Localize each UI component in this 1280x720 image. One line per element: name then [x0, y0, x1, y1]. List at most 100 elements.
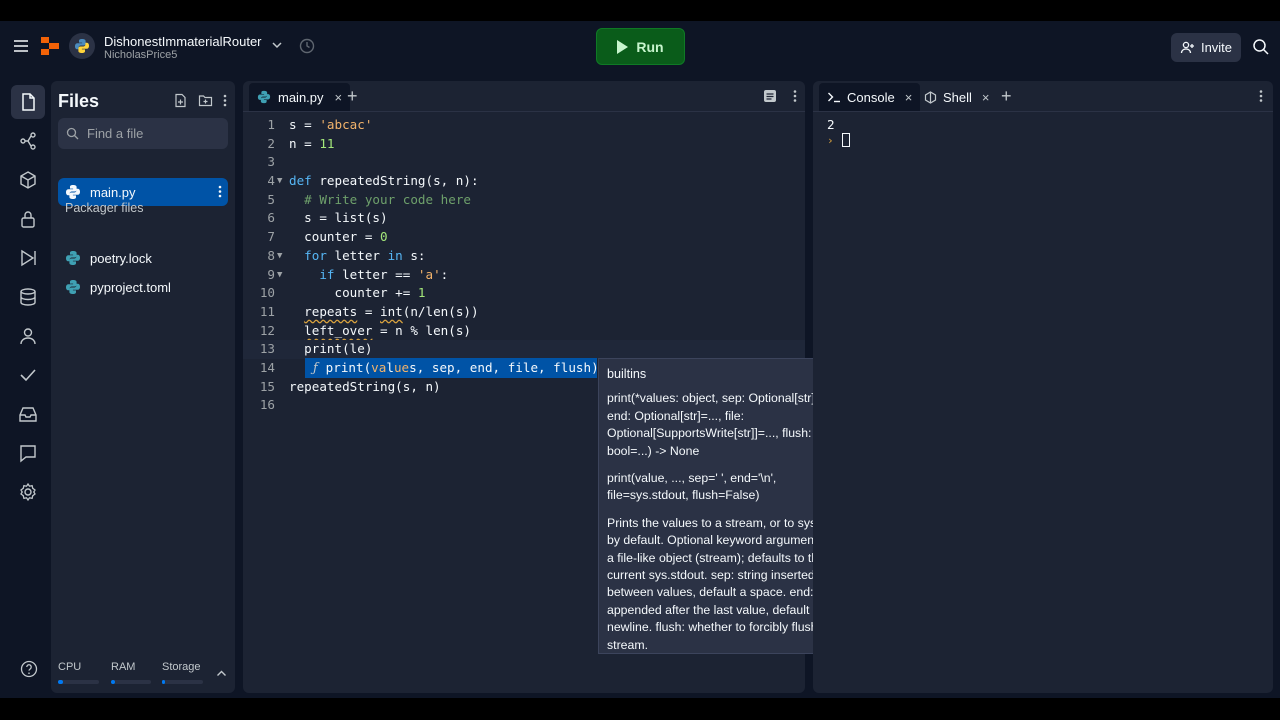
- prompt-icon: ›: [827, 133, 834, 147]
- left-rail: [0, 73, 50, 698]
- inbox-icon[interactable]: [11, 397, 45, 431]
- search-icon[interactable]: [1252, 38, 1270, 56]
- line-number: 7: [267, 229, 275, 245]
- fold-arrow-icon[interactable]: ▼: [277, 247, 282, 266]
- code-line[interactable]: 2n = 11: [243, 135, 805, 154]
- files-actions: [173, 93, 227, 108]
- replit-window: DishonestImmaterialRouter NicholasPrice5…: [0, 21, 1280, 698]
- ram-bar-fill: [111, 680, 115, 684]
- chevron-up-icon[interactable]: [216, 669, 227, 677]
- invite-button[interactable]: Invite: [1171, 33, 1241, 62]
- file-name: main.py: [90, 184, 136, 200]
- code-line[interactable]: 5 # Write your code here: [243, 191, 805, 210]
- invite-label: Invite: [1200, 40, 1233, 55]
- autocomplete-suggestion[interactable]: ƒ print(values, sep, end, file, flush): [305, 358, 599, 378]
- add-tab-icon[interactable]: +: [1001, 87, 1012, 105]
- packages-icon[interactable]: [11, 163, 45, 197]
- line-number: 10: [259, 285, 275, 301]
- terminal-prompt-icon: [827, 91, 841, 103]
- repl-name[interactable]: DishonestImmaterialRouter: [104, 34, 262, 49]
- code-line[interactable]: 11 repeats = int(n/len(s)): [243, 303, 805, 322]
- run-label: Run: [636, 38, 664, 55]
- tab-label: main.py: [278, 89, 324, 105]
- more-vertical-icon[interactable]: [218, 184, 222, 199]
- line-number: 16: [259, 397, 275, 413]
- format-icon[interactable]: [763, 89, 777, 103]
- git-icon[interactable]: [11, 124, 45, 158]
- close-tab-icon[interactable]: ×: [982, 90, 990, 105]
- files-icon[interactable]: [11, 85, 45, 119]
- console-tab-bar: Console × Shell × +: [813, 81, 1273, 112]
- editor-actions: [763, 89, 797, 103]
- code-line[interactable]: 1s = 'abcac': [243, 116, 805, 135]
- line-number: 6: [267, 210, 275, 226]
- code-line[interactable]: 10 counter += 1: [243, 284, 805, 303]
- chat-icon[interactable]: [11, 436, 45, 470]
- storage-label: Storage: [162, 661, 201, 673]
- code-line[interactable]: 7 counter = 0: [243, 228, 805, 247]
- secrets-icon[interactable]: [11, 202, 45, 236]
- close-tab-icon[interactable]: ×: [335, 90, 343, 105]
- code-line[interactable]: 6 s = list(s): [243, 209, 805, 228]
- files-title: Files: [58, 91, 100, 111]
- file-item-poetry-lock[interactable]: poetry.lock: [58, 244, 228, 272]
- more-vertical-icon[interactable]: [223, 93, 227, 108]
- code-line-current[interactable]: 13 print(le): [243, 340, 805, 359]
- editor-tab-bar: main.py × +: [243, 81, 805, 112]
- line-number: 8: [267, 247, 275, 263]
- ram-label: RAM: [111, 661, 136, 673]
- history-icon[interactable]: [298, 37, 316, 55]
- suggestion-match: va: [371, 360, 387, 375]
- database-icon[interactable]: [11, 280, 45, 314]
- code-line[interactable]: 4 ▼ def repeatedString(s, n):: [243, 172, 805, 191]
- settings-icon[interactable]: [11, 475, 45, 509]
- tab-shell[interactable]: Shell ×: [916, 83, 998, 111]
- run-button[interactable]: Run: [596, 28, 685, 65]
- code-line[interactable]: 3: [243, 153, 805, 172]
- new-file-icon[interactable]: [173, 93, 188, 108]
- close-tab-icon[interactable]: ×: [905, 90, 913, 105]
- more-vertical-icon[interactable]: [793, 89, 797, 103]
- file-name: poetry.lock: [90, 250, 152, 266]
- add-tab-icon[interactable]: +: [347, 87, 358, 105]
- line-number: 5: [267, 191, 275, 207]
- new-folder-icon[interactable]: [198, 93, 213, 108]
- fold-arrow-icon[interactable]: ▼: [277, 172, 282, 191]
- code-line[interactable]: 12 left_over = n % len(s): [243, 322, 805, 341]
- python-file-icon: [257, 90, 271, 104]
- suggestion-match: e: [401, 360, 410, 375]
- line-number: 3: [267, 154, 275, 170]
- add-user-icon: [1180, 40, 1195, 55]
- file-item-pyproject-toml[interactable]: pyproject.toml: [58, 273, 228, 301]
- console-panel: Console × Shell × + 2 ›: [813, 81, 1273, 693]
- line-number: 14: [259, 359, 275, 375]
- function-icon: ƒ: [313, 360, 318, 375]
- cursor: [841, 133, 850, 147]
- find-file-input[interactable]: [87, 126, 217, 141]
- console-prompt[interactable]: ›: [827, 133, 850, 147]
- find-file-field[interactable]: [58, 118, 228, 149]
- user-icon[interactable]: [11, 319, 45, 353]
- more-vertical-icon[interactable]: [1259, 89, 1263, 103]
- repl-owner[interactable]: NicholasPrice5: [104, 49, 177, 61]
- tab-console[interactable]: Console ×: [819, 83, 921, 111]
- play-icon: [617, 39, 629, 54]
- shell-icon: [924, 90, 937, 104]
- tab-main-py[interactable]: main.py ×: [249, 83, 351, 111]
- menu-icon[interactable]: [12, 37, 30, 55]
- python-file-icon: [65, 184, 81, 200]
- replit-logo-icon[interactable]: [40, 36, 60, 56]
- fold-arrow-icon[interactable]: ▼: [277, 266, 282, 285]
- chevron-down-icon[interactable]: [270, 38, 284, 52]
- file-name: pyproject.toml: [90, 279, 171, 295]
- check-icon[interactable]: [11, 358, 45, 392]
- python-file-icon: [65, 279, 81, 295]
- debugger-icon[interactable]: [11, 241, 45, 275]
- line-number: 4: [267, 173, 275, 189]
- code-line[interactable]: 9 ▼ if letter == 'a':: [243, 266, 805, 285]
- python-repl-avatar-icon: [69, 33, 95, 59]
- suggestion-match: u: [393, 360, 402, 375]
- system-stats[interactable]: CPU RAM Storage: [58, 661, 228, 691]
- help-icon[interactable]: [20, 660, 38, 678]
- code-line[interactable]: 8 ▼ for letter in s:: [243, 247, 805, 266]
